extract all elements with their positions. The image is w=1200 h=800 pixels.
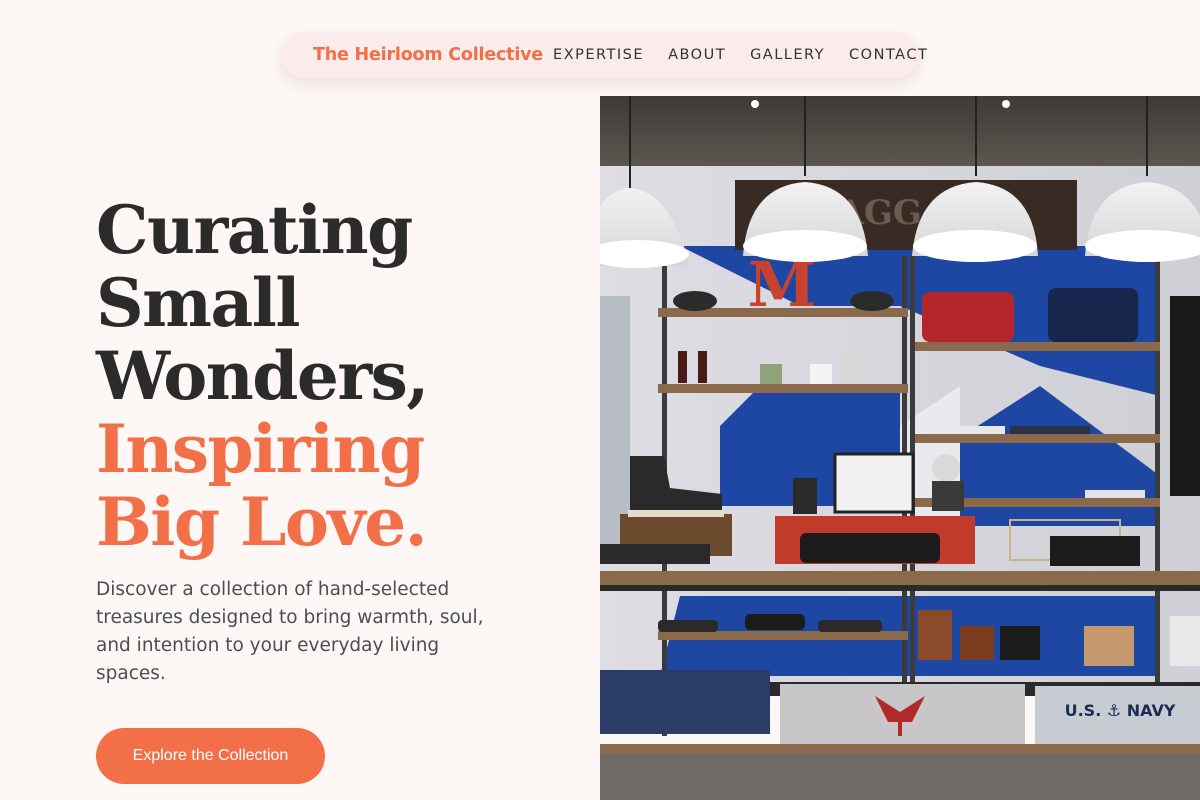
headline-line-2: Small <box>96 264 300 342</box>
store-interior-image: BAGGAGE M U.S. ⚓ NAVY <box>600 96 1200 800</box>
top-navbar: The Heirloom Collective EXPERTISE ABOUT … <box>281 32 927 78</box>
nav-link-expertise[interactable]: EXPERTISE <box>553 47 644 63</box>
headline-line-1: Curating <box>96 191 413 269</box>
explore-collection-button[interactable]: Explore the Collection <box>96 728 325 784</box>
headline-line-3: Wonders, <box>96 337 429 415</box>
brand-logo[interactable]: The Heirloom Collective <box>313 45 543 65</box>
nav-link-gallery[interactable]: GALLERY <box>750 47 825 63</box>
hero-description: Discover a collection of hand-selected t… <box>96 579 484 684</box>
headline-line-5: Big Love. <box>96 483 428 561</box>
headline-line-4: Inspiring <box>96 410 425 488</box>
hero-headline: Curating Small Wonders, Inspiring Big Lo… <box>96 191 429 561</box>
navy-shirt-text: U.S. ⚓ NAVY <box>1065 701 1176 720</box>
nav-link-about[interactable]: ABOUT <box>668 47 726 63</box>
nav-link-contact[interactable]: CONTACT <box>849 47 928 63</box>
nav-links: EXPERTISE ABOUT GALLERY CONTACT <box>553 47 928 63</box>
